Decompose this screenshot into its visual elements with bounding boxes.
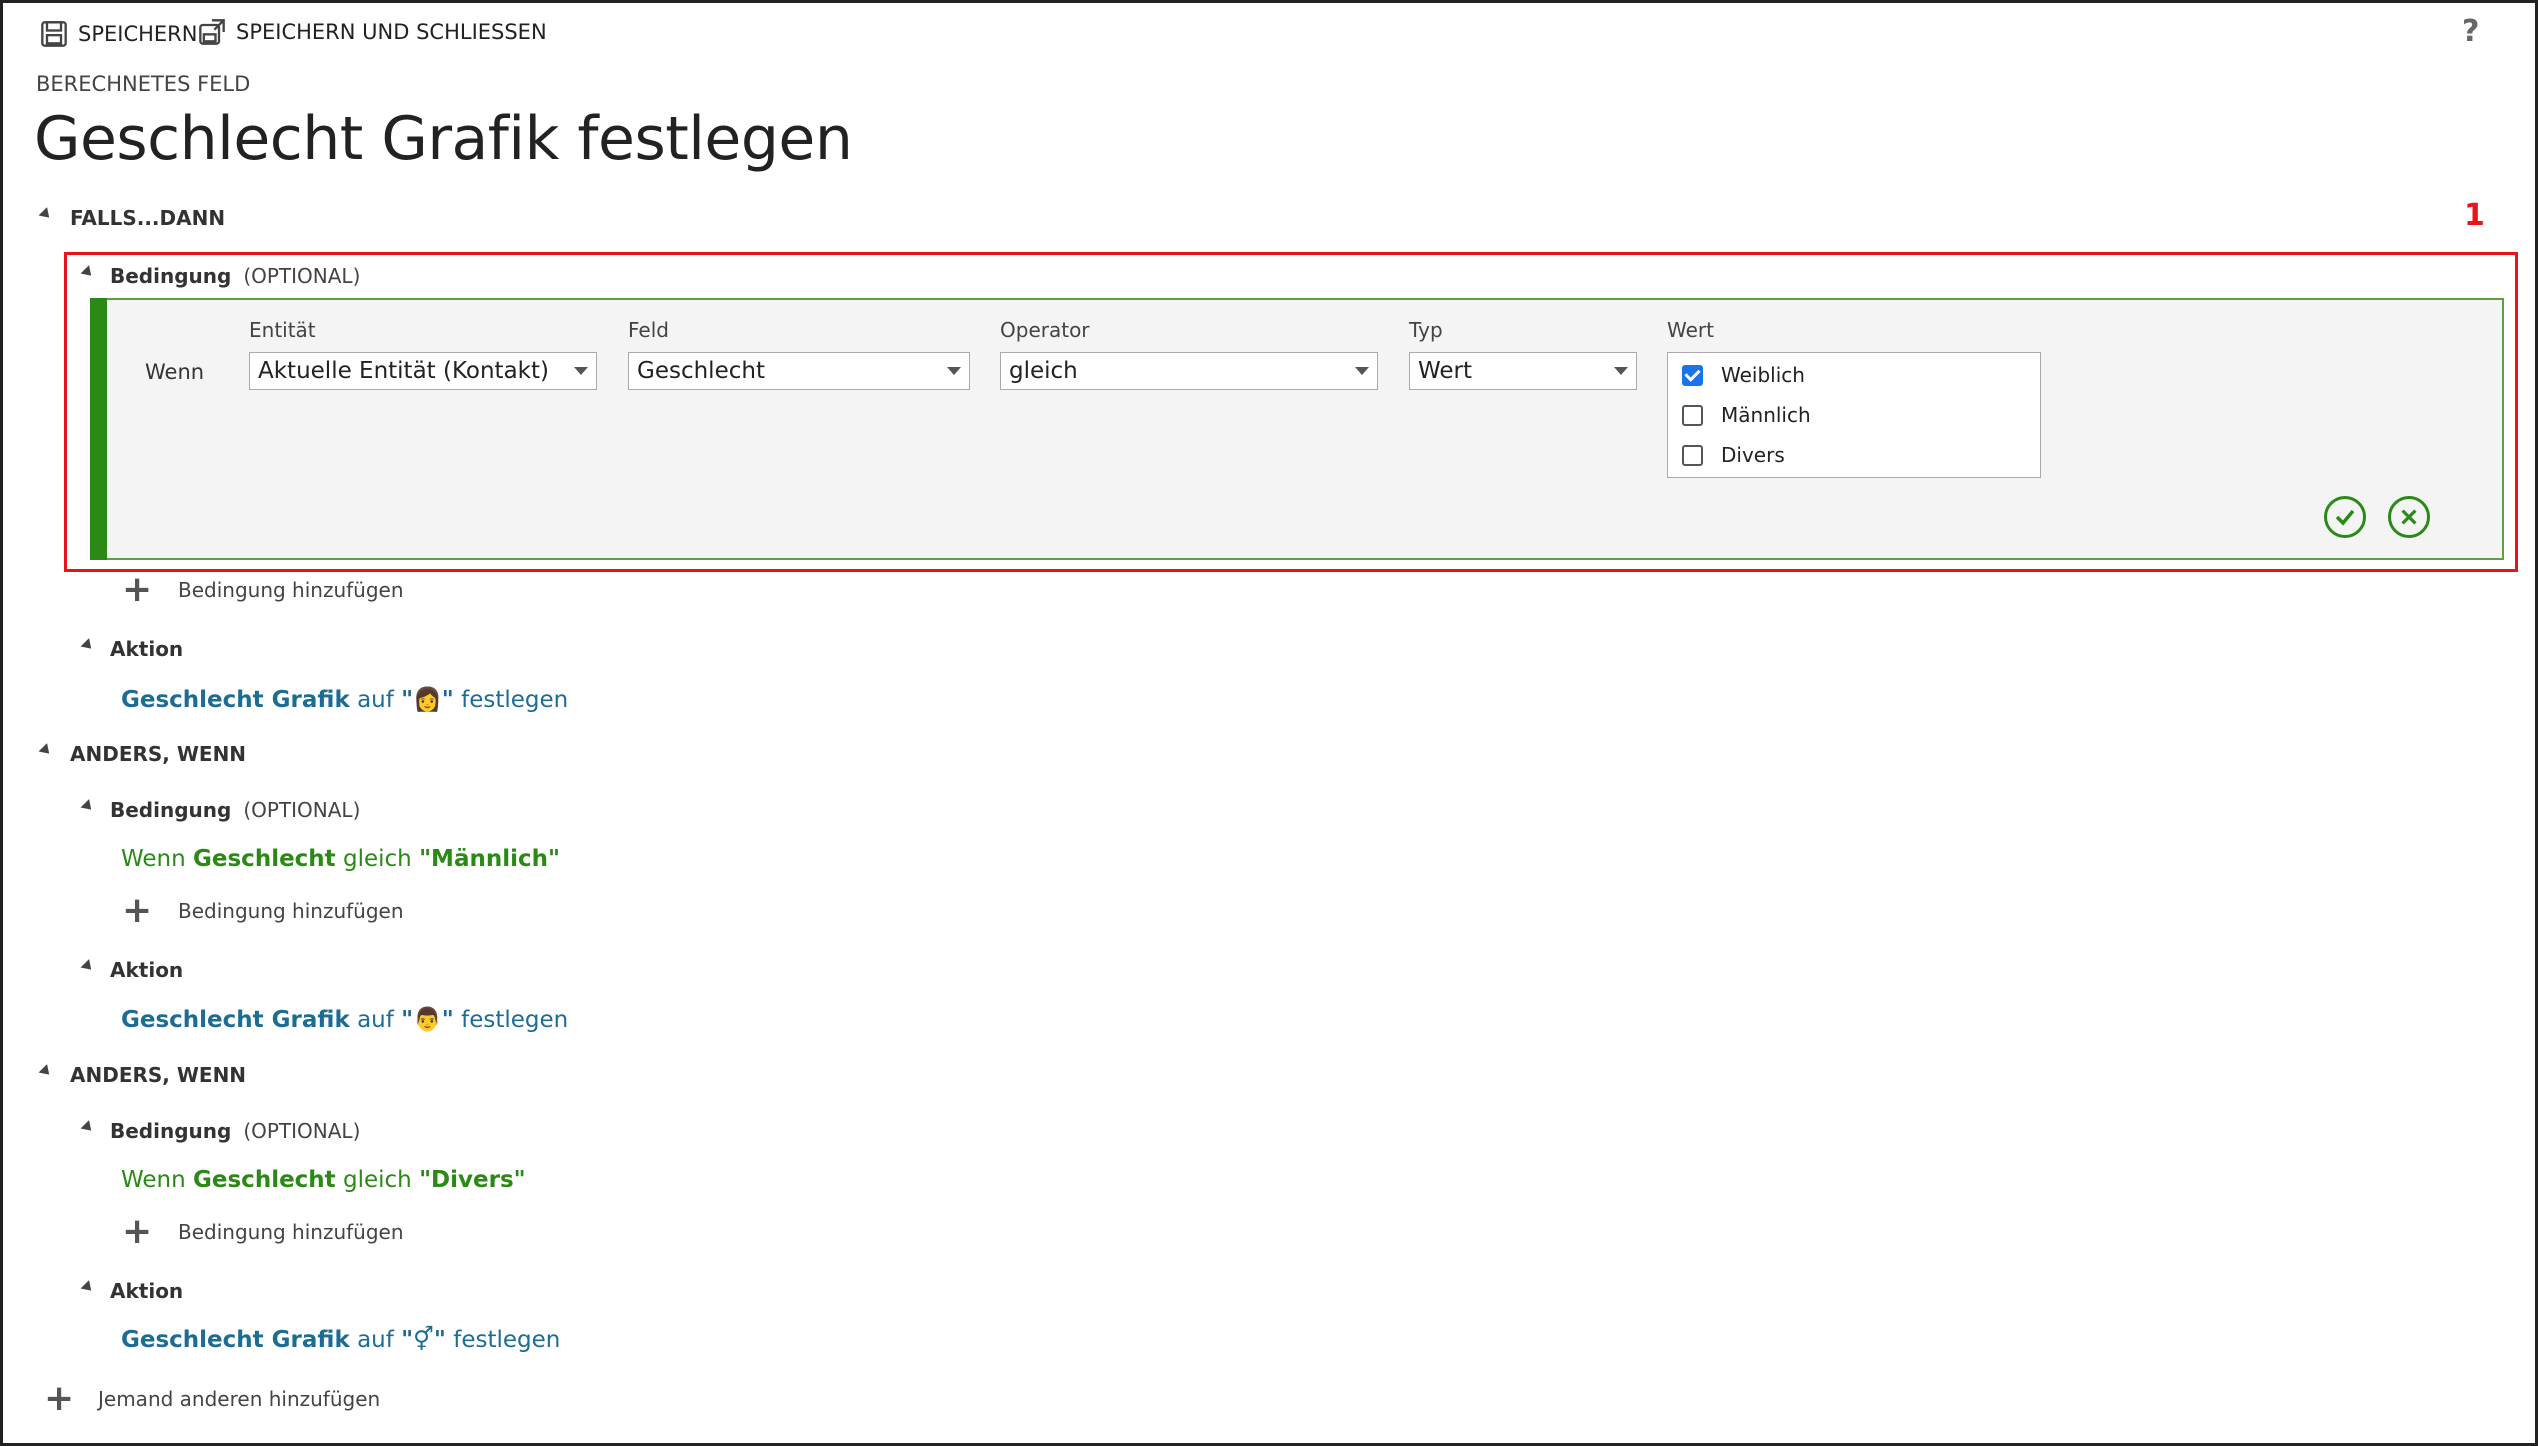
type-select[interactable]: Wert: [1409, 352, 1637, 390]
entity-value: Aktuelle Entität (Kontakt): [258, 358, 549, 384]
checkbox[interactable]: [1682, 404, 1703, 426]
condition-title: Bedingung (OPTIONAL): [110, 264, 361, 288]
else-if-title: ANDERS, WENN: [70, 1063, 247, 1087]
action-title: Aktion: [110, 1279, 184, 1303]
add-other-label: Jemand anderen hinzufügen: [98, 1387, 381, 1411]
action-title: Aktion: [110, 637, 184, 661]
else-if-title: ANDERS, WENN: [70, 742, 247, 766]
add-condition-label: Bedingung hinzufügen: [178, 1220, 404, 1244]
entity-select[interactable]: Aktuelle Entität (Kontakt): [249, 352, 597, 390]
option-label: Weiblich: [1721, 363, 1805, 387]
add-condition-button[interactable]: + Bedingung hinzufügen: [122, 1211, 404, 1252]
operator-label: Operator: [1000, 318, 1090, 342]
close-icon: [2401, 509, 2417, 525]
type-label: Typ: [1409, 318, 1443, 342]
option-divers[interactable]: Divers: [1668, 435, 2040, 475]
value-checkbox-list: Weiblich Männlich Divers: [1667, 352, 2041, 478]
condition-summary[interactable]: Wenn Geschlecht gleich "Männlich": [121, 846, 560, 872]
action-field: Geschlecht Grafik: [121, 1007, 350, 1033]
floppy-disk-icon: [41, 21, 67, 47]
action-field: Geschlecht Grafik: [121, 1327, 350, 1353]
chevron-down-icon: [1614, 367, 1628, 375]
cond-wenn: Wenn: [121, 846, 186, 872]
optional-label: (OPTIONAL): [243, 264, 361, 288]
save-label: SPEICHERN: [78, 22, 198, 46]
cond-wenn: Wenn: [121, 1167, 186, 1193]
entity-label: Entität: [249, 318, 316, 342]
quote-close: ": [441, 687, 454, 713]
operator-value: gleich: [1009, 358, 1078, 384]
entity-kicker: BERECHNETES FELD: [36, 72, 251, 96]
wenn-label: Wenn: [145, 360, 205, 384]
add-condition-label: Bedingung hinzufügen: [178, 899, 404, 923]
checkbox[interactable]: [1682, 444, 1703, 466]
checkbox-checked[interactable]: [1682, 364, 1703, 386]
type-value: Wert: [1418, 358, 1473, 384]
gender-symbol-icon: ⚥: [413, 1327, 434, 1353]
cond-value: "Männlich": [419, 846, 560, 872]
action-auf: auf: [357, 687, 394, 713]
cond-op: gleich: [343, 1167, 412, 1193]
option-maennlich[interactable]: Männlich: [1668, 395, 2040, 435]
cond-value: "Divers": [419, 1167, 526, 1193]
add-other-button[interactable]: + Jemand anderen hinzufügen: [44, 1378, 381, 1419]
plus-icon: +: [122, 890, 153, 931]
quote-open: ": [401, 687, 414, 713]
optional-label: (OPTIONAL): [243, 798, 361, 822]
action-field: Geschlecht Grafik: [121, 687, 350, 713]
plus-icon: +: [44, 1378, 75, 1419]
condition-title: Bedingung (OPTIONAL): [110, 1119, 361, 1143]
condition-stripe: [90, 298, 107, 560]
quote-close: ": [441, 1007, 454, 1033]
quote-open: ": [401, 1327, 414, 1353]
condition-title: Bedingung (OPTIONAL): [110, 798, 361, 822]
help-icon[interactable]: ?: [2462, 14, 2479, 49]
action-line[interactable]: Geschlecht Grafik auf "👨" festlegen: [121, 1006, 568, 1033]
cond-op: gleich: [343, 846, 412, 872]
confirm-button[interactable]: [2324, 496, 2366, 538]
save-close-icon: [199, 19, 225, 45]
save-and-close-button[interactable]: SPEICHERN UND SCHLIESSEN: [198, 18, 547, 46]
cancel-button[interactable]: [2388, 496, 2430, 538]
action-auf: auf: [357, 1327, 394, 1353]
quote-open: ": [401, 1007, 414, 1033]
action-auf: auf: [357, 1007, 394, 1033]
operator-select[interactable]: gleich: [1000, 352, 1378, 390]
option-label: Männlich: [1721, 403, 1811, 427]
value-label: Wert: [1667, 318, 1714, 342]
add-condition-label: Bedingung hinzufügen: [178, 578, 404, 602]
if-block-title: FALLS...DANN: [70, 206, 226, 230]
cond-field: Geschlecht: [193, 1167, 336, 1193]
checkmark-icon: [2335, 509, 2355, 526]
optional-label: (OPTIONAL): [243, 1119, 361, 1143]
action-festlegen: festlegen: [461, 1007, 569, 1033]
condition-summary[interactable]: Wenn Geschlecht gleich "Divers": [121, 1167, 526, 1193]
chevron-down-icon: [1355, 367, 1369, 375]
field-label: Feld: [628, 318, 669, 342]
option-label: Divers: [1721, 443, 1785, 467]
page-title: Geschlecht Grafik festlegen: [34, 104, 853, 174]
save-close-label: SPEICHERN UND SCHLIESSEN: [236, 20, 547, 44]
chevron-down-icon: [947, 367, 961, 375]
add-condition-button[interactable]: + Bedingung hinzufügen: [122, 890, 404, 931]
action-line[interactable]: Geschlecht Grafik auf "⚥" festlegen: [121, 1327, 560, 1353]
action-title: Aktion: [110, 958, 184, 982]
action-festlegen: festlegen: [461, 687, 569, 713]
option-weiblich[interactable]: Weiblich: [1668, 355, 2040, 395]
field-value: Geschlecht: [637, 358, 765, 384]
quote-close: ": [433, 1327, 446, 1353]
action-festlegen: festlegen: [453, 1327, 561, 1353]
callout-number: 1: [2464, 198, 2485, 233]
field-select[interactable]: Geschlecht: [628, 352, 970, 390]
save-button[interactable]: SPEICHERN: [40, 20, 197, 48]
action-line[interactable]: Geschlecht Grafik auf "👩" festlegen: [121, 686, 568, 713]
man-emoji-icon: 👨: [413, 1007, 442, 1033]
chevron-down-icon: [574, 367, 588, 375]
plus-icon: +: [122, 1211, 153, 1252]
cond-field: Geschlecht: [193, 846, 336, 872]
add-condition-button[interactable]: + Bedingung hinzufügen: [122, 569, 404, 610]
condition-editor: [90, 298, 2504, 560]
woman-emoji-icon: 👩: [413, 687, 442, 713]
plus-icon: +: [122, 569, 153, 610]
